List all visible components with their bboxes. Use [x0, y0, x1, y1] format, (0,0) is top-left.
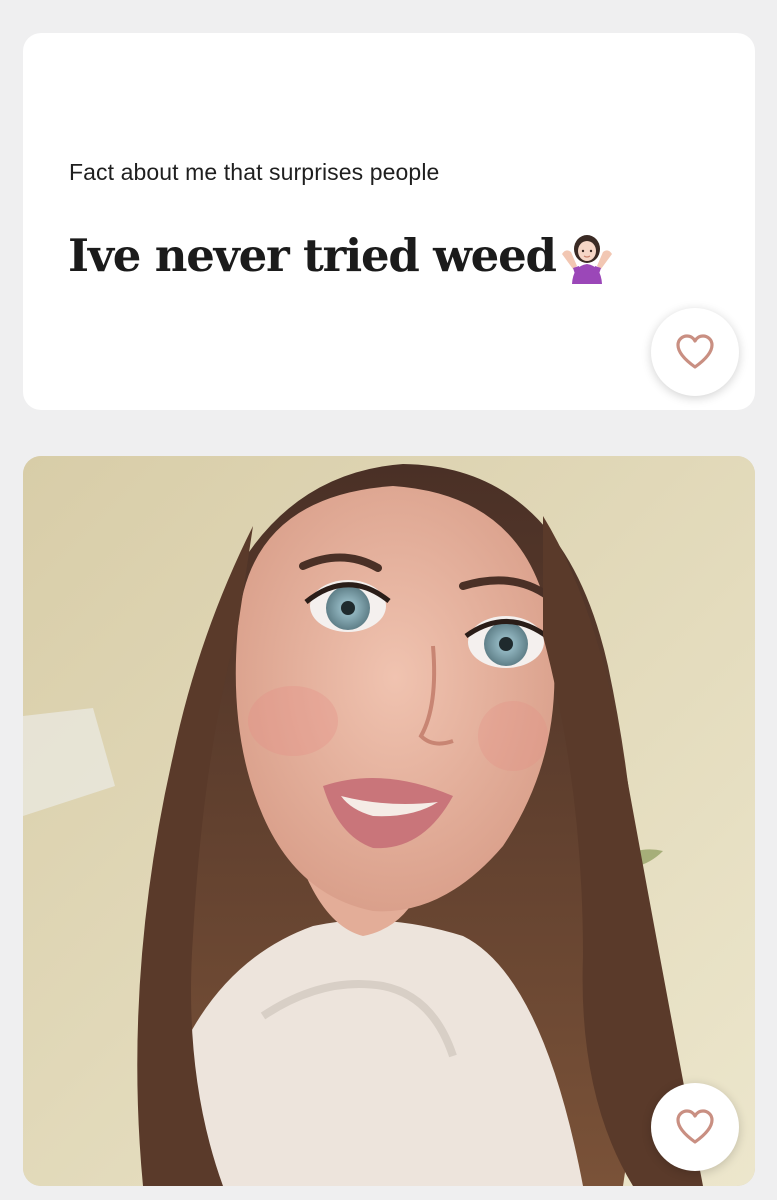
prompt-answer-row: Ive never tried weed [68, 226, 616, 286]
heart-icon [676, 1109, 714, 1144]
prompt-card: Fact about me that surprises people Ive … [23, 33, 755, 410]
prompt-question: Fact about me that surprises people [69, 159, 440, 185]
like-prompt-button[interactable] [651, 308, 739, 396]
heart-icon [676, 334, 714, 369]
profile-photo-card [23, 456, 755, 1186]
like-photo-button[interactable] [651, 1083, 739, 1171]
profile-photo [23, 456, 755, 1186]
woman-shrugging-emoji-icon [558, 232, 616, 284]
prompt-answer: Ive never tried weed [68, 229, 557, 282]
